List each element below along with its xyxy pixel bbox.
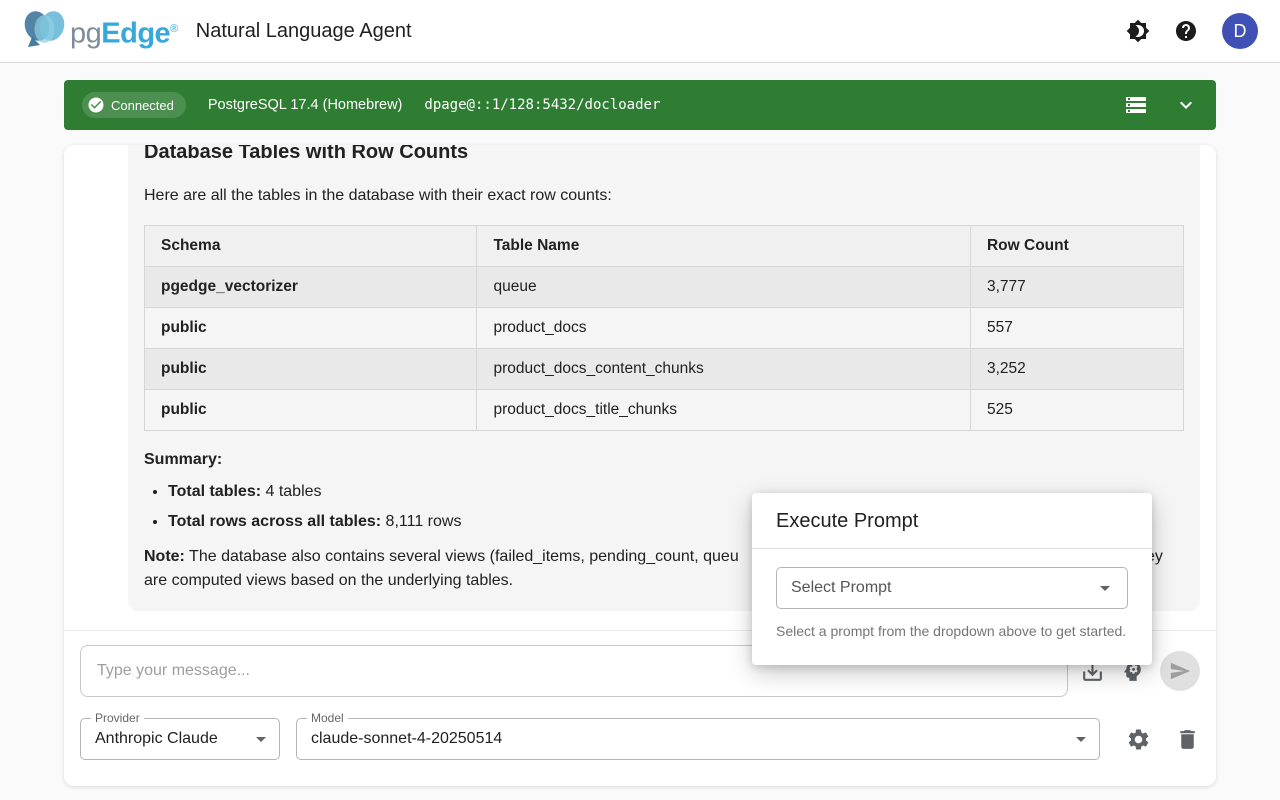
connection-status-badge: Connected xyxy=(82,92,186,118)
execute-prompt-title: Execute Prompt xyxy=(752,493,1152,548)
composer-settings-row: Provider Anthropic Claude Model claude-s… xyxy=(80,718,1200,760)
table-cell: 3,777 xyxy=(970,267,1183,308)
table-cell: product_docs xyxy=(477,308,971,349)
app-header: pgEdge® Natural Language Agent D xyxy=(0,0,1280,63)
provider-select[interactable]: Provider Anthropic Claude xyxy=(80,718,280,760)
provider-select-label: Provider xyxy=(91,711,144,725)
table-cell: public xyxy=(145,390,477,431)
model-select-label: Model xyxy=(307,711,348,725)
table-header: SchemaTable NameRow Count xyxy=(145,226,1184,267)
connection-bar: Connected PostgreSQL 17.4 (Homebrew) dpa… xyxy=(64,80,1216,130)
prompt-helper-text: Select a prompt from the dropdown above … xyxy=(776,623,1128,639)
page-title: Natural Language Agent xyxy=(196,20,412,43)
table-row: publicproduct_docs_content_chunks3,252 xyxy=(145,349,1184,390)
note-line2: are computed views based on the underlyi… xyxy=(144,572,513,589)
message-heading: Database Tables with Row Counts xyxy=(144,145,1184,165)
prompt-select-value: Select Prompt xyxy=(791,579,891,597)
server-version: PostgreSQL 17.4 (Homebrew) xyxy=(208,97,403,113)
table-cell: 3,252 xyxy=(970,349,1183,390)
dropdown-arrow-icon xyxy=(249,727,273,751)
connection-actions xyxy=(1124,93,1198,117)
execute-prompt-body: Select Prompt Select a prompt from the d… xyxy=(752,549,1152,639)
database-list-icon[interactable] xyxy=(1124,93,1148,117)
table-cell: 557 xyxy=(970,308,1183,349)
note-label: Note: xyxy=(144,548,185,565)
summary-label: Summary: xyxy=(144,451,1184,469)
settings-gear-icon[interactable] xyxy=(1126,727,1151,752)
chevron-down-icon[interactable] xyxy=(1174,93,1198,117)
prompt-select[interactable]: Select Prompt xyxy=(776,567,1128,609)
table-cell: public xyxy=(145,308,477,349)
connection-status-label: Connected xyxy=(111,98,174,113)
row-counts-table: SchemaTable NameRow Count pgedge_vectori… xyxy=(144,225,1184,431)
help-icon[interactable] xyxy=(1174,19,1198,43)
composer-settings-icons xyxy=(1126,727,1200,752)
user-avatar[interactable]: D xyxy=(1222,13,1258,49)
table-cell: public xyxy=(145,349,477,390)
send-button[interactable] xyxy=(1160,651,1200,691)
column-header: Table Name xyxy=(477,226,971,267)
table-cell: queue xyxy=(477,267,971,308)
column-header: Row Count xyxy=(970,226,1183,267)
pgedge-logo: pgEdge® xyxy=(22,9,178,54)
dark-mode-toggle-icon[interactable] xyxy=(1126,19,1150,43)
dropdown-arrow-icon xyxy=(1069,727,1093,751)
connection-string: dpage@::1/128:5432/docloader xyxy=(424,97,660,113)
note-line1: The database also contains several views… xyxy=(185,548,739,565)
table-cell: product_docs_content_chunks xyxy=(477,349,971,390)
table-row: publicproduct_docs_title_chunks525 xyxy=(145,390,1184,431)
model-select-value: claude-sonnet-4-20250514 xyxy=(311,730,502,748)
check-circle-icon xyxy=(87,96,105,114)
table-row: publicproduct_docs557 xyxy=(145,308,1184,349)
execute-prompt-card: Execute Prompt Select Prompt Select a pr… xyxy=(752,493,1152,665)
header-actions: D xyxy=(1126,13,1258,49)
table-cell: product_docs_title_chunks xyxy=(477,390,971,431)
trash-icon[interactable] xyxy=(1175,727,1200,752)
table-row: pgedge_vectorizerqueue3,777 xyxy=(145,267,1184,308)
pgedge-logo-text: pgEdge® xyxy=(70,9,178,54)
provider-select-value: Anthropic Claude xyxy=(95,730,218,748)
pgedge-logo-icon xyxy=(22,9,68,49)
message-intro: Here are all the tables in the database … xyxy=(144,187,1184,205)
table-cell: pgedge_vectorizer xyxy=(145,267,477,308)
send-icon xyxy=(1169,660,1191,682)
model-select[interactable]: Model claude-sonnet-4-20250514 xyxy=(296,718,1100,760)
dropdown-arrow-icon xyxy=(1093,576,1117,600)
table-cell: 525 xyxy=(970,390,1183,431)
column-header: Schema xyxy=(145,226,477,267)
chat-panel: Database Tables with Row Counts Here are… xyxy=(64,145,1216,786)
